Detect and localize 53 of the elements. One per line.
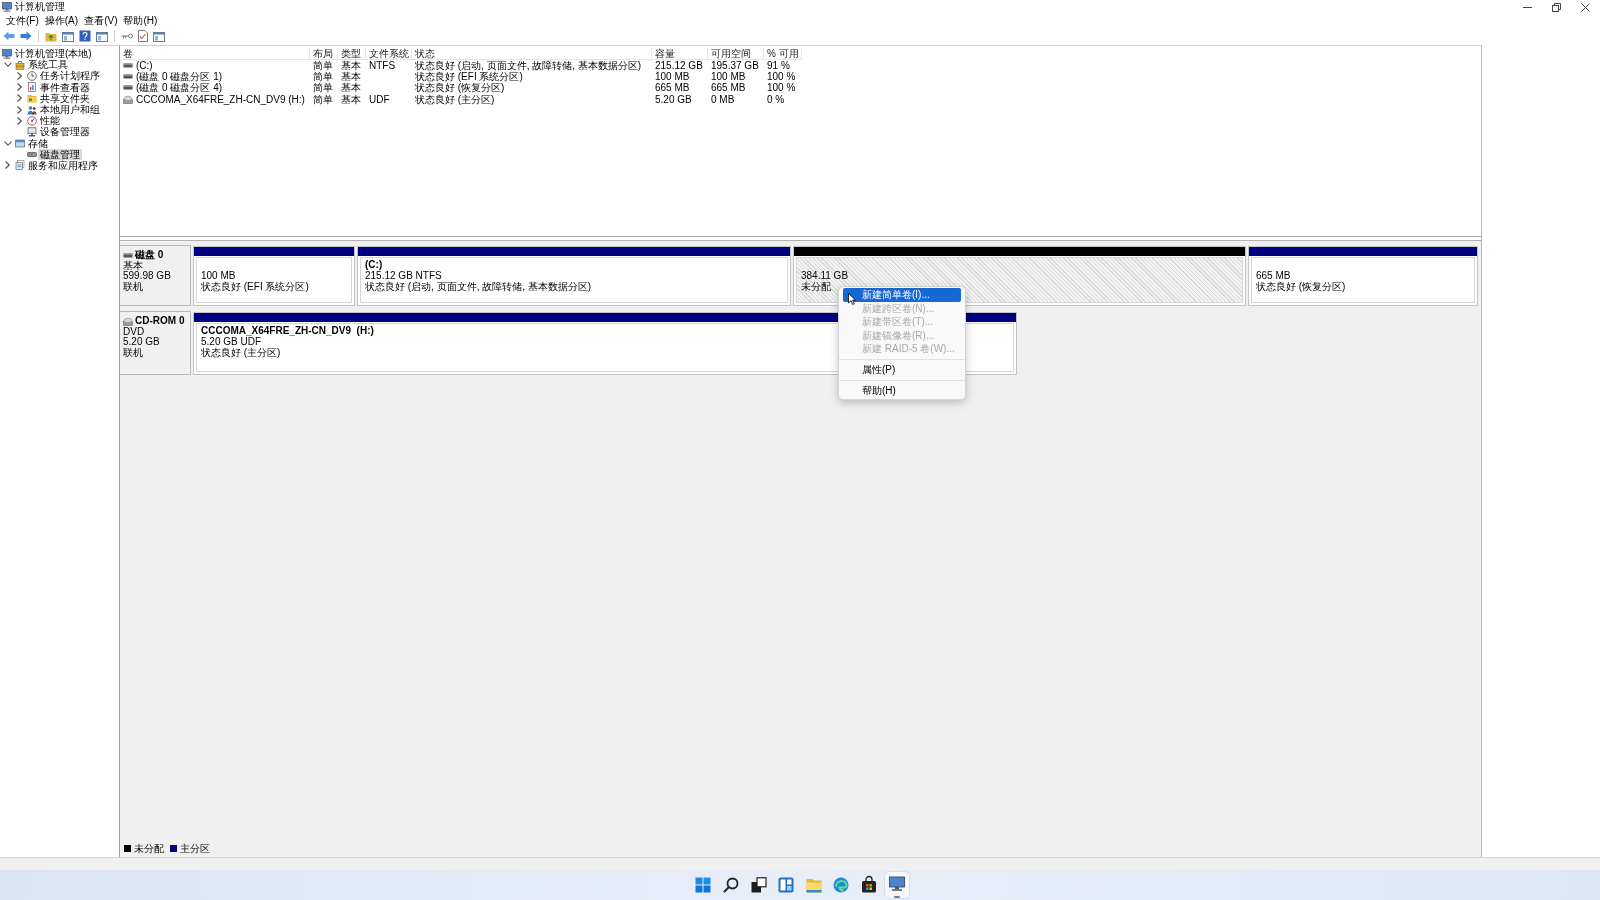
partition-label: (C:) — [365, 259, 383, 270]
table-cell: (C:) — [136, 60, 153, 72]
table-cell: 100 % — [767, 82, 796, 94]
disk-type: 基本 — [123, 260, 143, 271]
table-cell: (磁盘 0 磁盘分区 1) — [136, 71, 223, 83]
disk-capacity: 599.98 GB — [123, 271, 171, 281]
partition-status: 状态良好 (启动, 页面文件, 故障转储, 基本数据分区) — [365, 281, 592, 292]
partition-size: 665 MB — [1256, 270, 1291, 281]
partition-status: 状态良好 (恢复分区) — [1256, 281, 1346, 292]
table-cell: 215.12 GB — [655, 60, 703, 72]
table-cell: 基本 — [341, 60, 361, 72]
table-cell: 665 MB — [711, 82, 746, 94]
table-cell: 0 MB — [711, 93, 735, 105]
table-cell: 100 % — [767, 71, 796, 83]
legend-label: 未分配 — [134, 842, 164, 855]
table-cell: 状态良好 (主分区) — [415, 93, 495, 105]
table-cell: 基本 — [341, 82, 361, 94]
table-cell: 0 % — [767, 93, 785, 105]
table-cell: UDF — [369, 93, 390, 105]
table-cell: NTFS — [369, 60, 396, 72]
partition-size: 384.11 GB — [801, 270, 849, 281]
partition-size: 215.12 GB NTFS — [365, 270, 442, 281]
partition-status: 状态良好 (主分区) — [201, 347, 281, 358]
legend-label: 主分区 — [180, 842, 210, 855]
table-cell: 简单 — [313, 60, 333, 72]
table-cell: 简单 — [313, 93, 333, 105]
partition-size: 100 MB — [201, 270, 236, 281]
table-cell: 91 % — [767, 60, 790, 72]
disk-status: 联机 — [123, 281, 143, 292]
table-cell: 状态良好 (恢复分区) — [415, 82, 505, 94]
table-cell: 100 MB — [711, 71, 746, 83]
partition-label: CCCOMA_X64FRE_ZH-CN_DV9 (H:) — [201, 325, 374, 336]
table-cell: 状态良好 (EFI 系统分区) — [415, 71, 523, 83]
table-cell: 100 MB — [655, 71, 690, 83]
disk-name: 磁盘 0 — [135, 250, 164, 260]
table-cell: 简单 — [313, 71, 333, 83]
partition-size: 5.20 GB UDF — [201, 336, 262, 347]
disk-capacity: 5.20 GB — [123, 337, 160, 347]
partition-status: 状态良好 (EFI 系统分区) — [201, 281, 309, 292]
table-cell: 195.37 GB — [711, 60, 759, 72]
table-cell: 状态良好 (启动, 页面文件, 故障转储, 基本数据分区) — [415, 60, 642, 72]
table-cell: 基本 — [341, 71, 361, 83]
window-title: 计算机管理 — [15, 0, 65, 14]
table-cell: 5.20 GB — [655, 93, 692, 105]
table-cell: (磁盘 0 磁盘分区 4) — [136, 82, 223, 94]
disk-name: CD-ROM 0 — [135, 316, 185, 327]
disk-status: 联机 — [123, 347, 143, 358]
table-cell: 基本 — [341, 93, 361, 105]
table-cell: 简单 — [313, 82, 333, 94]
partition-status: 未分配 — [801, 281, 831, 292]
table-cell: CCCOMA_X64FRE_ZH-CN_DV9 (H:) — [136, 93, 305, 105]
table-cell: 665 MB — [655, 82, 690, 94]
disk-type: DVD — [123, 326, 145, 337]
